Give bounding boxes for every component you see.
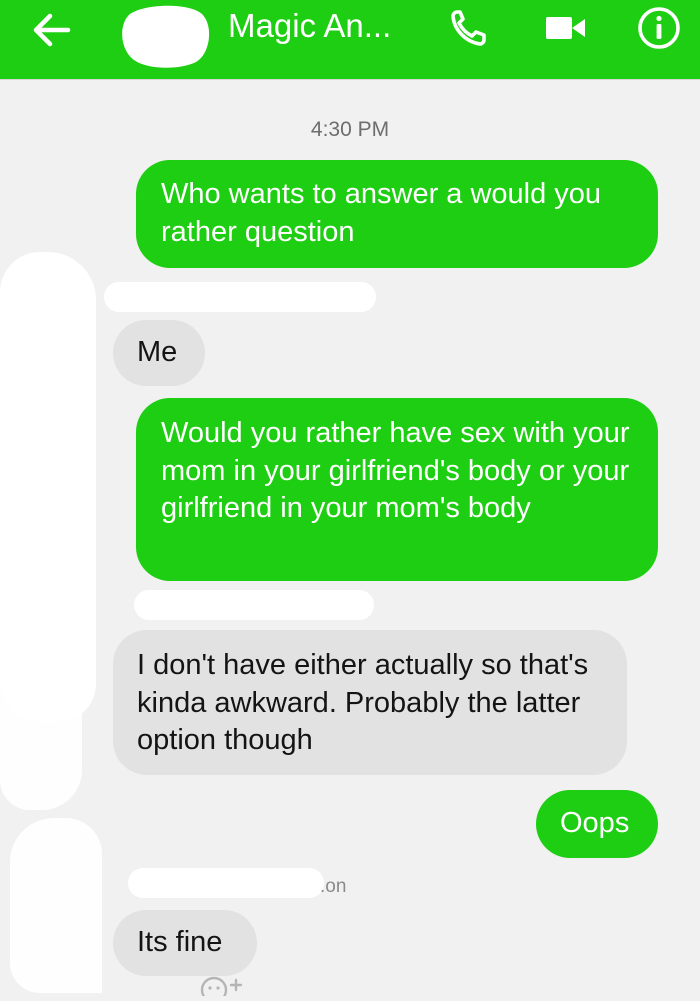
redacted-sender-name [104,282,376,312]
video-camera-icon [546,17,585,39]
redacted-sender-name [134,590,374,620]
info-icon [638,7,680,49]
info-button[interactable] [636,5,682,51]
sender-name-fragment: .on [320,876,347,897]
phone-button[interactable] [448,8,492,48]
add-reaction-button[interactable] [196,972,260,1001]
outgoing-message[interactable]: Oops [536,790,658,858]
redaction-mark [0,612,82,810]
phone-icon [451,10,486,46]
message-timestamp: 4:30 PM [310,118,390,141]
avatar[interactable] [118,4,214,68]
contact-name[interactable]: Magic An... [228,6,391,46]
video-call-button[interactable] [544,14,588,42]
arrow-left-icon [33,13,71,47]
outgoing-message[interactable]: Would you rather have sex with your mom … [136,398,658,581]
incoming-message[interactable]: Me [113,320,205,386]
redaction-mark [10,818,102,993]
outgoing-message[interactable]: Who wants to answer a would you rather q… [136,160,658,268]
incoming-message[interactable]: Its fine [113,910,257,976]
incoming-message[interactable]: I don't have either actually so that's k… [113,630,627,775]
conversation-header: Magic An... [0,0,700,80]
smiley-plus-icon [200,976,243,1001]
back-button[interactable] [30,12,74,48]
redacted-sender-name [128,868,324,898]
